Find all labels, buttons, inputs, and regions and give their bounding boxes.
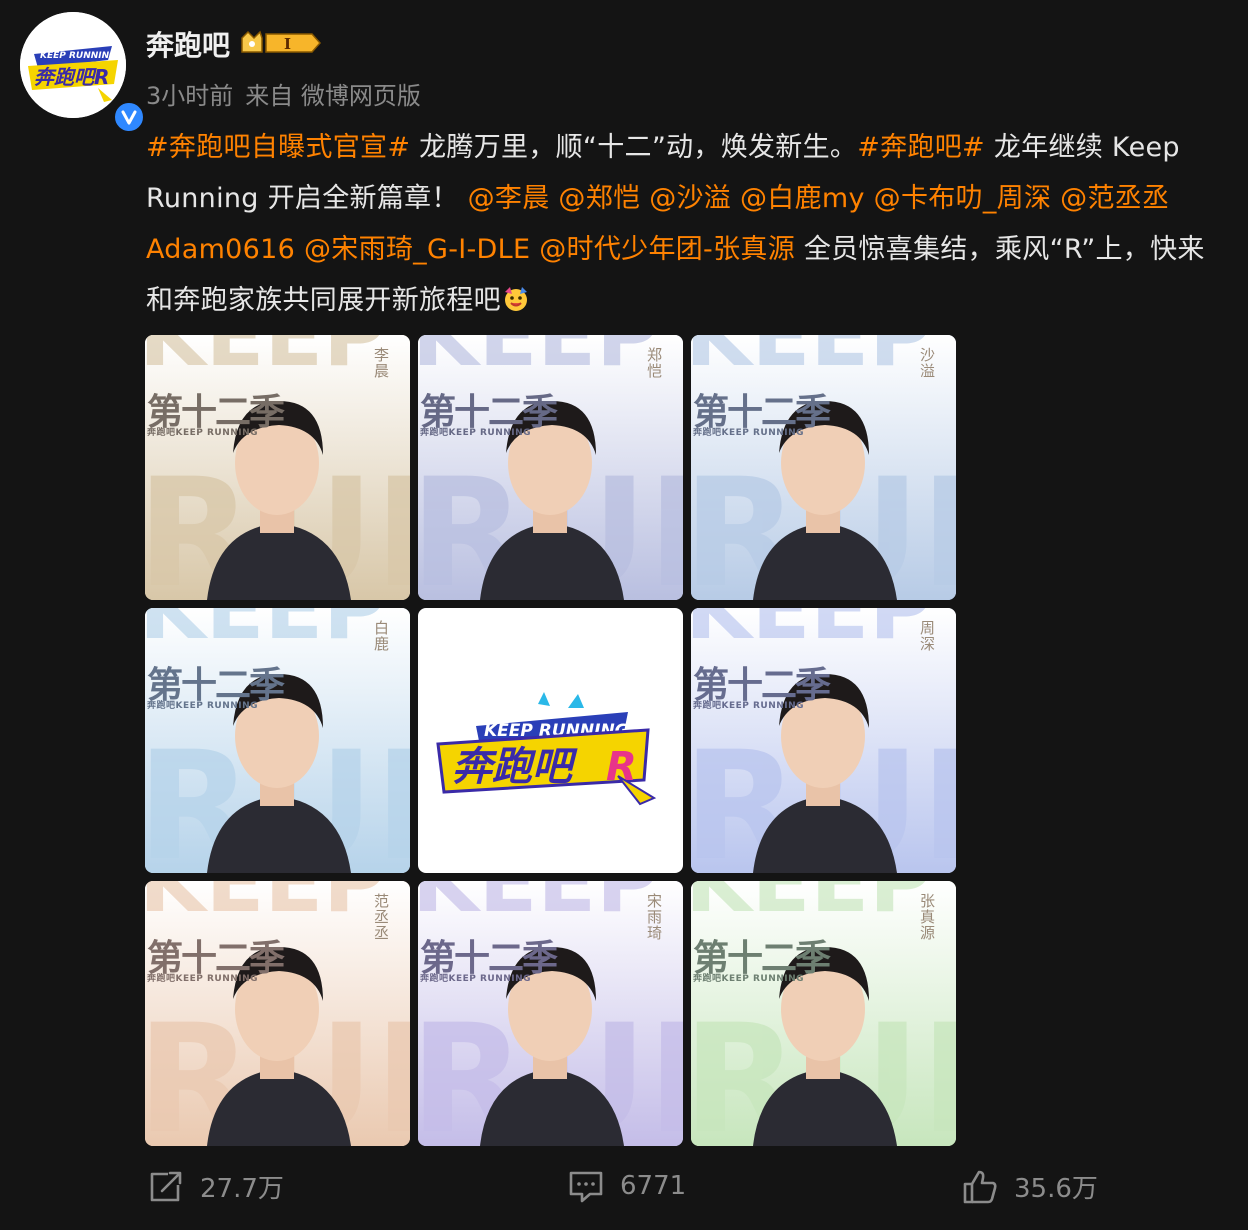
season-sublabel: 奔跑吧KEEP RUNNING: [693, 974, 805, 984]
post-time[interactable]: 3小时前: [146, 76, 233, 111]
season-sublabel: 奔跑吧KEEP RUNNING: [147, 428, 259, 438]
svg-text:R: R: [606, 744, 637, 790]
vip-level-badge-icon[interactable]: I: [240, 28, 322, 58]
comment-button[interactable]: 6771: [568, 1168, 686, 1204]
like-button[interactable]: 35.6万: [962, 1168, 1098, 1205]
verified-badge-icon: [112, 100, 146, 134]
season-sublabel: 奔跑吧KEEP RUNNING: [147, 701, 259, 711]
keep-running-logo-icon: KEEP RUNNING奔跑吧 R: [436, 692, 657, 806]
repost-button[interactable]: 27.7万: [148, 1168, 284, 1205]
avatar[interactable]: KEEP RUNNING 奔跑吧R: [20, 12, 146, 134]
keep-running-logo-icon: KEEP RUNNING 奔跑吧R: [20, 12, 126, 118]
svg-text:KEEP: KEEP: [691, 335, 932, 386]
season-sublabel: 奔跑吧KEEP RUNNING: [693, 701, 805, 711]
member-photo-tile[interactable]: KEEPRUNN第十二季奔跑吧KEEP RUNNING沙溢: [691, 335, 956, 600]
mention-link[interactable]: @沙溢: [649, 183, 731, 214]
svg-text:KEEP: KEEP: [418, 881, 659, 932]
repost-icon: [150, 1171, 182, 1201]
member-name-label: 白鹿: [372, 620, 390, 652]
svg-text:KEEP RUNNING: KEEP RUNNING: [40, 51, 117, 61]
vip-level-text: I: [284, 35, 291, 53]
svg-text:KEEP: KEEP: [145, 881, 386, 932]
season-sublabel: 奔跑吧KEEP RUNNING: [420, 974, 532, 984]
season-sublabel: 奔跑吧KEEP RUNNING: [147, 974, 259, 984]
hashtag-link[interactable]: #奔跑吧#: [857, 132, 985, 163]
like-count: 35.6万: [1014, 1174, 1098, 1204]
mention-link[interactable]: @白鹿my: [740, 183, 865, 214]
member-photo-tile[interactable]: KEEPRUNN第十二季奔跑吧KEEP RUNNING李晨: [145, 335, 410, 600]
hashtag-link[interactable]: #奔跑吧自曝式官宣#: [146, 132, 410, 163]
mention-link[interactable]: @时代少年团-张真源: [539, 234, 795, 265]
member-name-label: 宋雨琦: [645, 893, 663, 941]
mention-link[interactable]: @李晨: [468, 183, 550, 214]
member-name-label: 张真源: [918, 893, 936, 941]
weibo-post-card: KEEP RUNNING 奔跑吧R 奔跑吧 I 3小时前 来自 微博网页版 #奔…: [0, 0, 1248, 1230]
member-photo-tile[interactable]: KEEPRUNN第十二季奔跑吧KEEP RUNNING宋雨琦: [418, 881, 683, 1146]
season-sublabel: 奔跑吧KEEP RUNNING: [693, 428, 805, 438]
svg-text:KEEP: KEEP: [691, 608, 932, 659]
mention-link[interactable]: @卡布叻_周深: [874, 183, 1052, 214]
svg-text:KEEP: KEEP: [691, 881, 932, 932]
logo-image-tile[interactable]: KEEP RUNNING 奔跑吧 R: [418, 608, 683, 873]
thumbs-up-icon: [963, 1170, 997, 1203]
member-name-label: 周深: [918, 620, 936, 652]
member-photo-tile[interactable]: KEEPRUNN第十二季奔跑吧KEEP RUNNING范丞丞: [145, 881, 410, 1146]
member-name-label: 李晨: [372, 347, 390, 379]
member-photo-tile[interactable]: KEEPRUNN第十二季奔跑吧KEEP RUNNING白鹿: [145, 608, 410, 873]
post-text-segment: 龙腾万里，顺“十二”动，焕发新生。: [410, 132, 858, 163]
member-photo-tile[interactable]: KEEPRUNN第十二季奔跑吧KEEP RUNNING张真源: [691, 881, 956, 1146]
mention-link[interactable]: @郑恺: [558, 183, 640, 214]
svg-text:奔跑吧R: 奔跑吧R: [34, 65, 109, 89]
member-photo-tile[interactable]: KEEPRUNN第十二季奔跑吧KEEP RUNNING郑恺: [418, 335, 683, 600]
comment-count: 6771: [620, 1171, 687, 1201]
member-name-label: 范丞丞: [372, 893, 390, 941]
svg-text:KEEP: KEEP: [145, 608, 386, 659]
svg-text:KEEP: KEEP: [418, 335, 659, 386]
svg-text:奔跑吧: 奔跑吧: [452, 744, 578, 790]
post-source: 来自 微博网页版: [245, 82, 421, 110]
repost-count: 27.7万: [200, 1174, 284, 1204]
member-name-label: 沙溢: [918, 347, 936, 379]
member-name-label: 郑恺: [645, 347, 663, 379]
comment-icon: [569, 1171, 603, 1203]
season-sublabel: 奔跑吧KEEP RUNNING: [420, 428, 532, 438]
cheer-emoji-icon: [504, 287, 527, 311]
image-grid: KEEPRUNN第十二季奔跑吧KEEP RUNNING李晨KEEPRUNN第十二…: [145, 335, 957, 1147]
member-photo-tile[interactable]: KEEPRUNN第十二季奔跑吧KEEP RUNNING周深: [691, 608, 956, 873]
svg-text:KEEP: KEEP: [145, 335, 386, 386]
mention-link[interactable]: @宋雨琦_G-I-DLE: [304, 234, 530, 265]
post-meta: 3小时前 来自 微博网页版: [146, 76, 421, 111]
post-text: #奔跑吧自曝式官宣# 龙腾万里，顺“十二”动，焕发新生。#奔跑吧# 龙年继续 K…: [146, 122, 1216, 326]
account-name[interactable]: 奔跑吧: [146, 24, 230, 64]
action-bar: 27.7万 6771 35.6万: [0, 1160, 1248, 1216]
